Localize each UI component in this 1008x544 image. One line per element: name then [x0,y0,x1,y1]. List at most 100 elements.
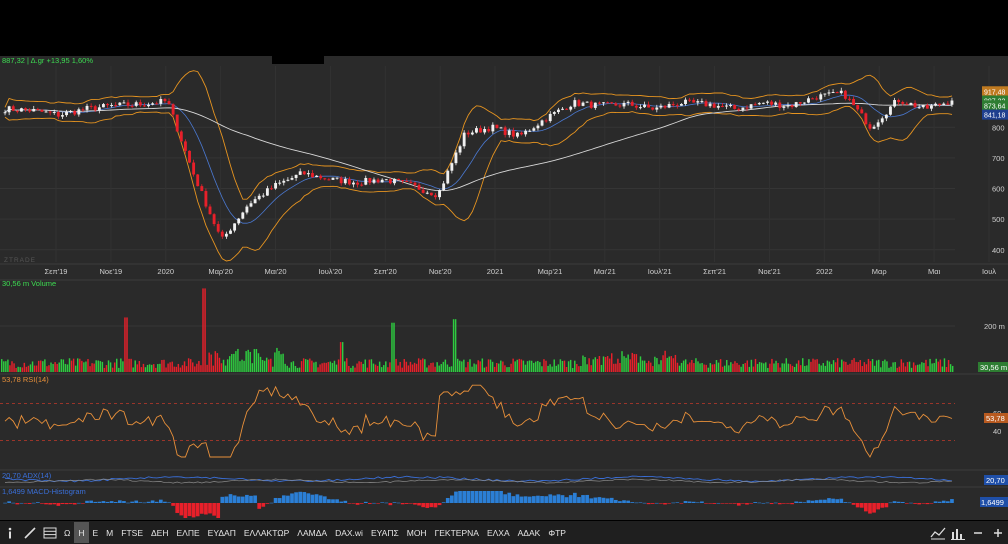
volume-tag: 30,56 m [980,363,1007,372]
candle-body [97,107,101,111]
volume-bar [163,359,165,372]
grid-menu-icon[interactable] [40,522,60,543]
volume-bar [606,356,609,372]
zoom-out-icon[interactable] [968,522,988,543]
volume-bar [740,366,742,372]
toolbar-symbol-button[interactable]: Ε [89,522,103,543]
volume-bar [873,365,876,372]
toolbar-symbol-button[interactable]: ΛΑΜΔΑ [293,522,331,543]
volume-bar [348,365,350,372]
macd-histogram-bar [105,501,110,503]
macd-histogram-bar [491,491,495,503]
line-chart-icon[interactable] [928,522,948,543]
macd-histogram-bar [138,502,143,503]
volume-bar [383,365,385,372]
toolbar-symbol-button[interactable]: DAX.wi [331,522,367,543]
macd-histogram-bar [859,503,864,508]
volume-bar [33,365,36,372]
macd-histogram-bar [425,503,430,508]
candle-body [434,195,437,198]
macd-histogram-bar [700,501,704,503]
volume-bar [935,358,937,372]
volume-bar [851,359,853,372]
candle-body [823,93,827,95]
volume-bar [506,367,508,372]
volume-bar [738,364,740,372]
volume-bar [15,367,17,372]
toolbar-symbol-button[interactable]: ΓΕΚΤΕΡΝΑ [431,522,483,543]
volume-bar [101,361,104,372]
volume-bar [719,359,722,372]
macd-histogram-bar [892,501,897,503]
volume-bar [670,356,673,372]
volume-bar [97,360,99,372]
candle-body [417,185,421,190]
volume-bar [559,359,562,372]
toolbar-symbol-button[interactable]: ΕΛΛΑΚΤΩΡ [240,522,293,543]
volume-bar [812,358,814,372]
volume-bar [471,366,473,372]
bar-chart-icon[interactable] [948,522,968,543]
candle-body [934,103,937,106]
candle-body [384,179,388,181]
volume-bar [631,352,633,372]
candle-body [897,100,901,103]
volume-bar [171,361,173,372]
macd-histogram-bar [564,497,569,503]
candle-body [495,124,499,128]
volume-bar [629,359,631,372]
toolbar-symbol-button[interactable]: ΕΛΠΕ [173,522,204,543]
candle-body [651,107,655,110]
volume-bar [528,360,531,372]
zoom-in-icon[interactable] [988,522,1008,543]
toolbar-symbol-button[interactable]: ΕΛΧΑ [483,522,514,543]
draw-line-icon[interactable] [20,522,40,543]
volume-bar [847,364,849,372]
volume-bar [325,362,327,372]
toolbar-symbol-button[interactable]: Ω [60,522,74,543]
volume-bar [29,364,32,372]
volume-bar [912,362,915,372]
macd-histogram-bar [736,503,741,506]
volume-bar [70,360,73,372]
volume-bar [584,357,586,372]
macd-histogram-bar [35,502,40,503]
candle-body [245,206,249,213]
toolbar-symbol-button[interactable]: ΜΟΗ [403,522,431,543]
macd-histogram-bar [896,501,901,503]
info-icon[interactable] [0,522,20,543]
toolbar-symbol-button[interactable]: ΦΤΡ [544,522,570,543]
volume-bar [843,361,845,372]
candle-body [462,132,466,147]
macd-histogram-bar [761,502,766,504]
toolbar-symbol-button[interactable]: ΑΔΑΚ [514,522,545,543]
toolbar-symbol-button[interactable]: Η [74,522,89,543]
macd-histogram-bar [335,499,339,503]
candle-body [331,177,335,180]
candle-body [745,107,749,109]
volume-bar [596,358,599,372]
volume-bar [567,361,570,372]
volume-bar [611,353,613,372]
macd-histogram-bar [519,496,524,503]
candle-body [942,103,946,106]
macd-histogram-bar [552,495,557,503]
macd-histogram-bar [548,494,553,503]
toolbar-symbol-button[interactable]: ΕΥΑΠΣ [367,522,403,543]
toolbar-symbol-button[interactable]: ΔΕΗ [147,522,173,543]
volume-bar [450,366,453,372]
macd-histogram-bar [900,501,905,503]
toolbar-symbol-button[interactable]: FTSE [117,522,147,543]
candle-body [454,152,458,164]
candle-body [503,127,507,135]
toolbar-symbol-button[interactable]: ΕΥΔΑΠ [204,522,240,543]
volume-bar [146,364,149,372]
chart-svg[interactable]: 400 500 600 700 800 Σεπ'19 Νοε'19 2020 Μαρ'20 Μαι… [0,0,1008,520]
volume-bar [161,359,163,372]
toolbar-symbol-button[interactable]: Μ [102,522,117,543]
volume-bar [516,359,518,372]
volume-bar [799,365,802,372]
volume-bar [588,358,590,372]
volume-bar [64,363,67,372]
macd-histogram-bar [44,503,48,505]
